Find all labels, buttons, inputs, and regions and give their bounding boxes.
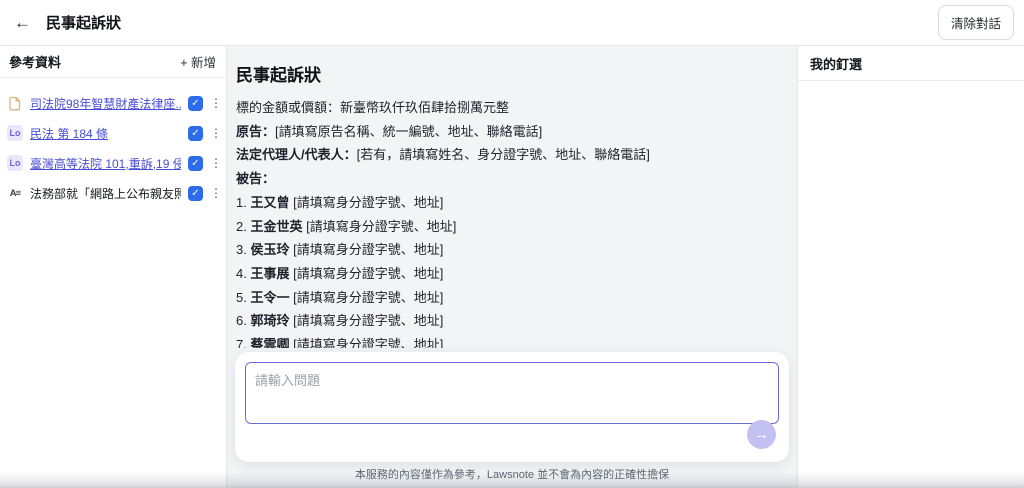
list-item: Lo 臺灣高等法院 101,重訴,19 侵... ✓ ⋮ — [7, 148, 220, 178]
kebab-menu-icon[interactable]: ⋮ — [210, 186, 220, 200]
list-item: Lo 民法 第 184 條 ✓ ⋮ — [7, 118, 220, 148]
lawsnote-icon: Lo — [7, 155, 23, 171]
check-icon: ✓ — [191, 128, 199, 139]
kebab-menu-icon[interactable]: ⋮ — [210, 156, 220, 170]
lawsnote-icon: Lo — [7, 125, 23, 141]
reference-checkbox[interactable]: ✓ — [188, 96, 203, 111]
defendant-row: 7. 蔡雲卿 [請填寫身分證字號、地址] — [236, 333, 787, 348]
document-body: 民事起訴狀 標的金額或價額：新臺幣玖仟玖佰肆拾捌萬元整 原告：[請填寫原告名稱、… — [236, 46, 787, 348]
add-reference-button[interactable]: + 新增 — [180, 52, 216, 71]
document-title: 民事起訴狀 — [236, 61, 787, 86]
reference-checkbox[interactable]: ✓ — [188, 186, 203, 201]
kebab-menu-icon[interactable]: ⋮ — [210, 96, 220, 110]
top-bar: ← 民事起訴狀 清除對話 — [0, 0, 1024, 46]
list-item: 司法院98年智慧財產法律座... ✓ ⋮ — [7, 88, 220, 118]
sidebar-title: 參考資料 — [9, 52, 61, 71]
reference-sidebar-header: 參考資料 + 新增 — [0, 46, 226, 78]
representative-line: 法定代理人/代表人：[若有，請填寫姓名、身分證字號、地址、聯絡電話] — [236, 143, 787, 167]
plaintiff-line: 原告：[請填寫原告名稱、統一編號、地址、聯絡電話] — [236, 120, 787, 144]
defendant-row: 3. 侯玉玲 [請填寫身分證字號、地址] — [236, 238, 787, 262]
kebab-menu-icon[interactable]: ⋮ — [210, 126, 220, 140]
send-arrow-icon: → — [754, 427, 769, 442]
reference-label[interactable]: 法務部就「網路上公布親友照... — [30, 185, 181, 202]
amount-line: 標的金額或價額：新臺幣玖仟玖佰肆拾捌萬元整 — [236, 96, 787, 120]
reference-link[interactable]: 司法院98年智慧財產法律座... — [30, 95, 181, 112]
app-window: ← 民事起訴狀 清除對話 參考資料 + 新增 司法院98年智慧財產法律座... … — [0, 0, 1024, 488]
file-icon — [7, 95, 23, 111]
reference-checkbox[interactable]: ✓ — [188, 156, 203, 171]
defendant-row: 1. 王又曾 [請填寫身分證字號、地址] — [236, 191, 787, 215]
question-input[interactable] — [245, 362, 779, 424]
composer-card: → — [235, 352, 789, 462]
disclaimer-text: 本服務的內容僅作為參考，Lawsnote 並不會為內容的正確性擔保 — [227, 466, 797, 482]
check-icon: ✓ — [191, 98, 199, 109]
defendant-row: 4. 王事展 [請填寫身分證字號、地址] — [236, 262, 787, 286]
text-document-icon: A≡ — [7, 185, 23, 201]
reference-link[interactable]: 臺灣高等法院 101,重訴,19 侵... — [30, 155, 181, 172]
defendant-label: 被告： — [236, 167, 787, 191]
defendant-row: 6. 郭琦玲 [請填寫身分證字號、地址] — [236, 309, 787, 333]
reference-link[interactable]: 民法 第 184 條 — [30, 125, 181, 142]
reference-list: 司法院98年智慧財產法律座... ✓ ⋮ Lo 民法 第 184 條 ✓ ⋮ L… — [0, 78, 226, 208]
clear-chat-button[interactable]: 清除對話 — [938, 5, 1014, 40]
check-icon: ✓ — [191, 158, 199, 169]
pins-title: 我的釘選 — [798, 46, 1024, 81]
reference-checkbox[interactable]: ✓ — [188, 126, 203, 141]
page-title: 民事起訴狀 — [46, 12, 938, 33]
defendant-row: 5. 王令一 [請填寫身分證字號、地址] — [236, 286, 787, 310]
defendant-row: 2. 王金世英 [請填寫身分證字號、地址] — [236, 215, 787, 239]
reference-sidebar: 參考資料 + 新增 司法院98年智慧財產法律座... ✓ ⋮ Lo 民法 第 1… — [0, 46, 227, 488]
pins-panel: 我的釘選 — [797, 46, 1024, 488]
list-item: A≡ 法務部就「網路上公布親友照... ✓ ⋮ — [7, 178, 220, 208]
send-button[interactable]: → — [747, 420, 776, 449]
back-icon[interactable]: ← — [14, 13, 36, 33]
chat-main: 民事起訴狀 標的金額或價額：新臺幣玖仟玖佰肆拾捌萬元整 原告：[請填寫原告名稱、… — [227, 46, 797, 488]
check-icon: ✓ — [191, 188, 199, 199]
